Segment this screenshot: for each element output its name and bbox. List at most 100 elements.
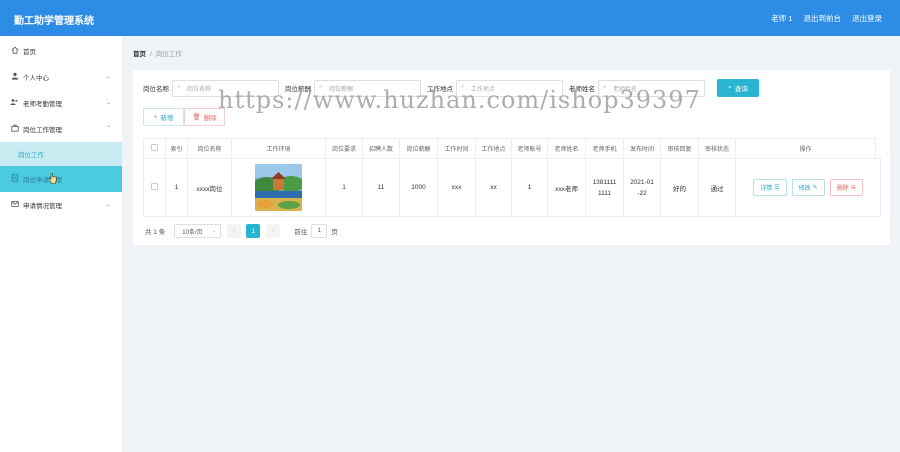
input-placeholder: 岗位名称	[187, 86, 212, 93]
trash-icon: ⊖	[850, 185, 856, 191]
edit-button[interactable]: 修改 ✎	[791, 179, 825, 196]
pagination: 共 1 条 10条/页 ⌄ ‹ 1 › 前往 1 页	[145, 224, 338, 238]
watermark-text: https://www.huzhan.com/ishop39397	[218, 86, 701, 114]
sidebar: 首页 个人中心 ⌄ 老师考勤管理 ⌄ 岗位工作管理 ⌃ 岗位工作 岗位申请管理	[0, 36, 122, 452]
home-icon	[10, 46, 19, 56]
sidebar-item-label: 岗位工作	[18, 152, 44, 159]
cell-work-time: xxx	[437, 158, 476, 217]
chevron-down-icon: ⌄	[105, 74, 111, 80]
sidebar-item-label: 首页	[23, 49, 36, 56]
current-user-label[interactable]: 老师 1	[771, 13, 792, 24]
breadcrumb: 首页 / 岗位工作	[133, 48, 182, 58]
sidebar-item-job-work[interactable]: 岗位工作	[0, 142, 122, 166]
column-header: 审核状态	[698, 138, 736, 159]
column-header: 索引	[165, 138, 188, 159]
column-header: 老师姓名	[547, 138, 586, 159]
environment-photo	[255, 164, 302, 211]
list-icon: ☰	[774, 185, 780, 191]
select-all-checkbox[interactable]	[143, 138, 166, 159]
sidebar-item-job-application[interactable]: 岗位申请管理	[0, 166, 122, 192]
header-actions: 老师 1 退出到前台 退出登录	[771, 13, 882, 24]
goto-page-input[interactable]: 1	[311, 224, 328, 238]
cell-teacher-account: 1	[511, 158, 548, 217]
hand-cursor-icon	[48, 173, 57, 184]
chevron-down-icon: ⌄	[105, 100, 111, 106]
cell-location: xx	[475, 158, 512, 217]
column-header: 老师手机	[585, 138, 624, 159]
cell-environment	[231, 158, 326, 217]
search-label-job-name: 岗位名称	[143, 86, 169, 93]
column-header: 发布时间	[623, 138, 661, 159]
cell-publish-date: 2021-01 -22	[623, 158, 661, 217]
search-icon: ⌕	[728, 84, 732, 91]
document-icon	[10, 174, 19, 184]
pencil-icon: ✎	[812, 185, 818, 191]
cell-salary: 1000	[399, 158, 438, 217]
delete-label: 删除	[836, 186, 849, 192]
table-row: 1 xxxx岗位 1 11 1000 xxx xx 1 xxx老师 138111…	[143, 158, 881, 217]
breadcrumb-separator: /	[150, 51, 152, 58]
user-icon	[10, 72, 19, 82]
column-header: 岗位薪酬	[399, 138, 438, 159]
column-header: 审核回复	[660, 138, 699, 159]
people-icon	[10, 98, 19, 108]
page-size-select[interactable]: 10条/页 ⌄	[174, 224, 222, 238]
cell-index: 1	[165, 158, 188, 217]
sidebar-item-profile[interactable]: 个人中心 ⌄	[0, 64, 122, 90]
cell-job-name: xxxx岗位	[187, 158, 232, 217]
sidebar-item-label: 岗位工作管理	[23, 127, 62, 134]
cell-requirement: 1	[325, 158, 363, 217]
breadcrumb-home[interactable]: 首页	[133, 51, 146, 58]
briefcase-icon	[10, 124, 19, 134]
column-header: 工作时间	[437, 138, 476, 159]
page-number-current[interactable]: 1	[246, 224, 261, 238]
chevron-down-icon: ⌄	[212, 228, 217, 234]
add-button[interactable]: + 新增	[143, 108, 184, 126]
cell-teacher-name: xxx老师	[547, 158, 586, 217]
page-size-value: 10条/页	[182, 229, 203, 236]
detail-button[interactable]: 详情 ☰	[753, 179, 787, 196]
detail-label: 详情	[760, 186, 773, 192]
page-suffix: 页	[331, 229, 338, 236]
column-header: 招聘人数	[362, 138, 400, 159]
sidebar-item-label: 申请情况管理	[23, 203, 62, 210]
search-button[interactable]: ⌕ 查询	[717, 79, 759, 97]
column-header: 工作地点	[475, 138, 512, 159]
column-header: 老师账号	[511, 138, 548, 159]
cell-review-status: 通过	[698, 158, 736, 217]
sidebar-item-teacher-attendance[interactable]: 老师考勤管理 ⌄	[0, 90, 122, 116]
edit-label: 修改	[798, 186, 811, 192]
row-actions: 详情 ☰ 修改 ✎ 删除 ⊖	[736, 179, 880, 196]
sidebar-item-application-status[interactable]: 申请情况管理 ⌄	[0, 192, 122, 218]
cell-headcount: 11	[362, 158, 400, 217]
sidebar-item-home[interactable]: 首页	[0, 38, 122, 64]
back-to-frontend-link[interactable]: 退出到前台	[804, 13, 842, 24]
prev-page-button[interactable]: ‹	[227, 224, 242, 238]
column-header: 工作环境	[231, 138, 326, 159]
app-title: 勤工助学管理系统	[14, 16, 94, 27]
chevron-down-icon: ⌄	[105, 202, 111, 208]
delete-button-label: 删除	[203, 115, 217, 122]
next-page-button[interactable]: ›	[266, 224, 281, 238]
cell-operations: 详情 ☰ 修改 ✎ 删除 ⊖	[735, 158, 881, 217]
cell-teacher-phone: 1381111 1111	[585, 158, 624, 217]
add-button-label: 新增	[160, 115, 174, 122]
sidebar-item-label: 个人中心	[23, 75, 49, 82]
chevron-up-icon: ⌃	[105, 126, 111, 132]
column-header: 岗位要求	[325, 138, 363, 159]
logout-link[interactable]: 退出登录	[852, 13, 882, 24]
goto-label: 前往	[294, 229, 308, 236]
row-checkbox[interactable]	[143, 158, 166, 217]
mail-icon	[10, 200, 19, 210]
column-header: 操作	[735, 138, 876, 159]
sidebar-item-job-management[interactable]: 岗位工作管理 ⌃	[0, 116, 122, 142]
search-icon: ⌕	[177, 83, 181, 90]
sidebar-item-label: 老师考勤管理	[23, 101, 62, 108]
delete-row-button[interactable]: 删除 ⊖	[829, 179, 863, 196]
cell-review-reply: 好的	[660, 158, 699, 217]
search-button-label: 查询	[734, 86, 748, 93]
breadcrumb-current: 岗位工作	[155, 51, 182, 58]
table-header-row: 索引 岗位名称 工作环境 岗位要求 招聘人数 岗位薪酬 工作时间 工作地点 老师…	[143, 138, 881, 159]
trash-icon: 🗑︎	[192, 114, 201, 121]
action-buttons: + 新增 🗑︎ 删除	[143, 108, 225, 126]
